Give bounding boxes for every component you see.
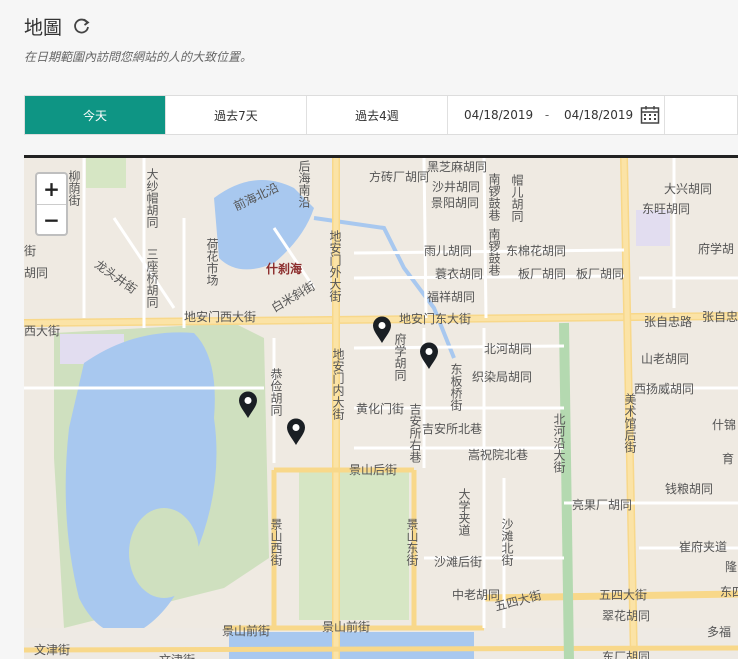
map-label: 景山东街: [405, 518, 419, 566]
map-label: 沙滩后街: [434, 555, 483, 569]
range-today-button[interactable]: 今天: [25, 96, 166, 134]
visitor-location-marker[interactable]: [372, 316, 392, 344]
zoom-out-button[interactable]: −: [37, 204, 66, 234]
visitor-location-marker[interactable]: [419, 342, 439, 370]
map-label: 吉安所北巷: [422, 422, 483, 436]
end-date-field[interactable]: 04/18/2019: [564, 108, 633, 122]
map-label: 地安门内大街: [331, 348, 345, 420]
map-label: 板厂胡同: [576, 267, 625, 281]
map-label: 大纱帽胡同: [145, 168, 159, 228]
map-label: 黑芝麻胡同: [427, 160, 488, 174]
map-label: 张自忠: [702, 310, 738, 324]
range-4-weeks-button[interactable]: 過去4週: [307, 96, 448, 134]
map-label: 胡同: [24, 266, 49, 280]
map-label: 文津街: [159, 651, 195, 659]
map-label: 五四大街: [599, 588, 648, 602]
map-label: 东厂胡同: [602, 650, 651, 659]
map-label: 蓑衣胡同: [435, 267, 484, 281]
map-label: 隆: [725, 560, 738, 574]
map-label: 东棉花胡同: [506, 244, 567, 258]
map-label: 方砖厂胡同: [369, 170, 430, 184]
map-label: 地安门东大街: [399, 312, 472, 326]
map-label: 美术馆后街: [623, 393, 637, 453]
visitor-location-marker[interactable]: [238, 391, 258, 419]
map-label: 沙滩北街: [500, 518, 514, 566]
map-label: 织染局胡同: [472, 370, 533, 384]
map-label: 南锣鼓巷: [487, 173, 501, 221]
map-label: 府学胡同: [393, 333, 407, 381]
map-label: 北河沿大街: [552, 413, 566, 473]
map-label: 山老胡同: [641, 352, 690, 366]
map-label: 北河胡同: [484, 342, 533, 356]
page-title: 地圖: [24, 16, 63, 39]
map-label: 大学夹道: [457, 488, 471, 536]
map-label: 东板桥街: [449, 363, 463, 411]
map-label: 吉安所右巷: [408, 403, 422, 463]
map-label: 育: [722, 452, 735, 466]
zoom-in-button[interactable]: +: [37, 174, 66, 204]
map-label: 东旺胡同: [642, 202, 691, 216]
map-label: 雨儿胡同: [424, 244, 473, 258]
map-label: 南锣鼓巷: [487, 228, 501, 276]
page-header: 地圖 在日期範圍內訪問您網站的人的大致位置。: [24, 12, 738, 82]
map-label: 文津街: [34, 643, 71, 657]
date-range-toolbar: 今天 過去7天 過去4週 04/18/2019 - 04/18/2019: [24, 95, 738, 135]
map-label: 亮果厂胡同: [572, 498, 633, 512]
visitor-location-marker[interactable]: [286, 418, 306, 446]
map-label: 帽儿胡同: [510, 174, 524, 222]
map-label: 多福: [707, 625, 732, 639]
map-label: 街: [24, 244, 37, 258]
map-label: 张自忠路: [644, 315, 693, 329]
refresh-icon[interactable]: [72, 16, 92, 36]
date-range-picker[interactable]: 04/18/2019 - 04/18/2019: [448, 96, 665, 134]
map-label: 什锦: [712, 418, 737, 432]
map-label: 什刹海: [266, 262, 303, 276]
map-label: 钱粮胡同: [665, 482, 714, 496]
map-label: 沙井胡同: [432, 180, 481, 194]
map-label: 府学胡: [698, 242, 735, 256]
map-label: 三座桥胡同: [145, 248, 159, 308]
map-label: 荷花市场: [205, 238, 219, 286]
map-label: 西大街: [24, 324, 61, 338]
map-label: 崔府夹道: [679, 540, 728, 554]
map-label: 嵩祝院北巷: [468, 448, 529, 462]
calendar-icon[interactable]: [640, 105, 660, 125]
map-label: 景山后街: [349, 463, 398, 477]
map-label: 景山西街: [269, 518, 283, 566]
map-label: 景山前街: [322, 620, 371, 634]
map-label: 大兴胡同: [664, 182, 713, 196]
map-label: 西扬威胡同: [634, 382, 695, 396]
map-label: 东四: [720, 585, 738, 599]
map-label: 福祥胡同: [427, 290, 476, 304]
map-label: 景阳胡同: [431, 196, 480, 210]
map-label: 柳荫街: [67, 170, 81, 206]
map-label: 板厂胡同: [518, 267, 567, 281]
zoom-control: + −: [35, 172, 68, 236]
map-label: 地安门外大街: [328, 230, 342, 302]
map-label: 恭俭胡同: [269, 368, 283, 416]
page-subtitle: 在日期範圍內訪問您網站的人的大致位置。: [24, 50, 253, 64]
visitor-map[interactable]: 黑芝麻胡同 沙井胡同 景阳胡同 雨儿胡同 东棉花胡同 蓑衣胡同 板厂胡同 板厂胡…: [24, 155, 738, 659]
map-label: 景山前街: [222, 624, 271, 638]
map-label: 后海南沿: [297, 160, 311, 208]
range-7-days-button[interactable]: 過去7天: [166, 96, 307, 134]
map-label: 黄化门街: [356, 402, 405, 416]
map-label: 地安门西大街: [184, 310, 257, 324]
start-date-field[interactable]: 04/18/2019: [464, 108, 533, 122]
date-separator: -: [544, 108, 550, 122]
map-label: 翠花胡同: [602, 609, 651, 623]
